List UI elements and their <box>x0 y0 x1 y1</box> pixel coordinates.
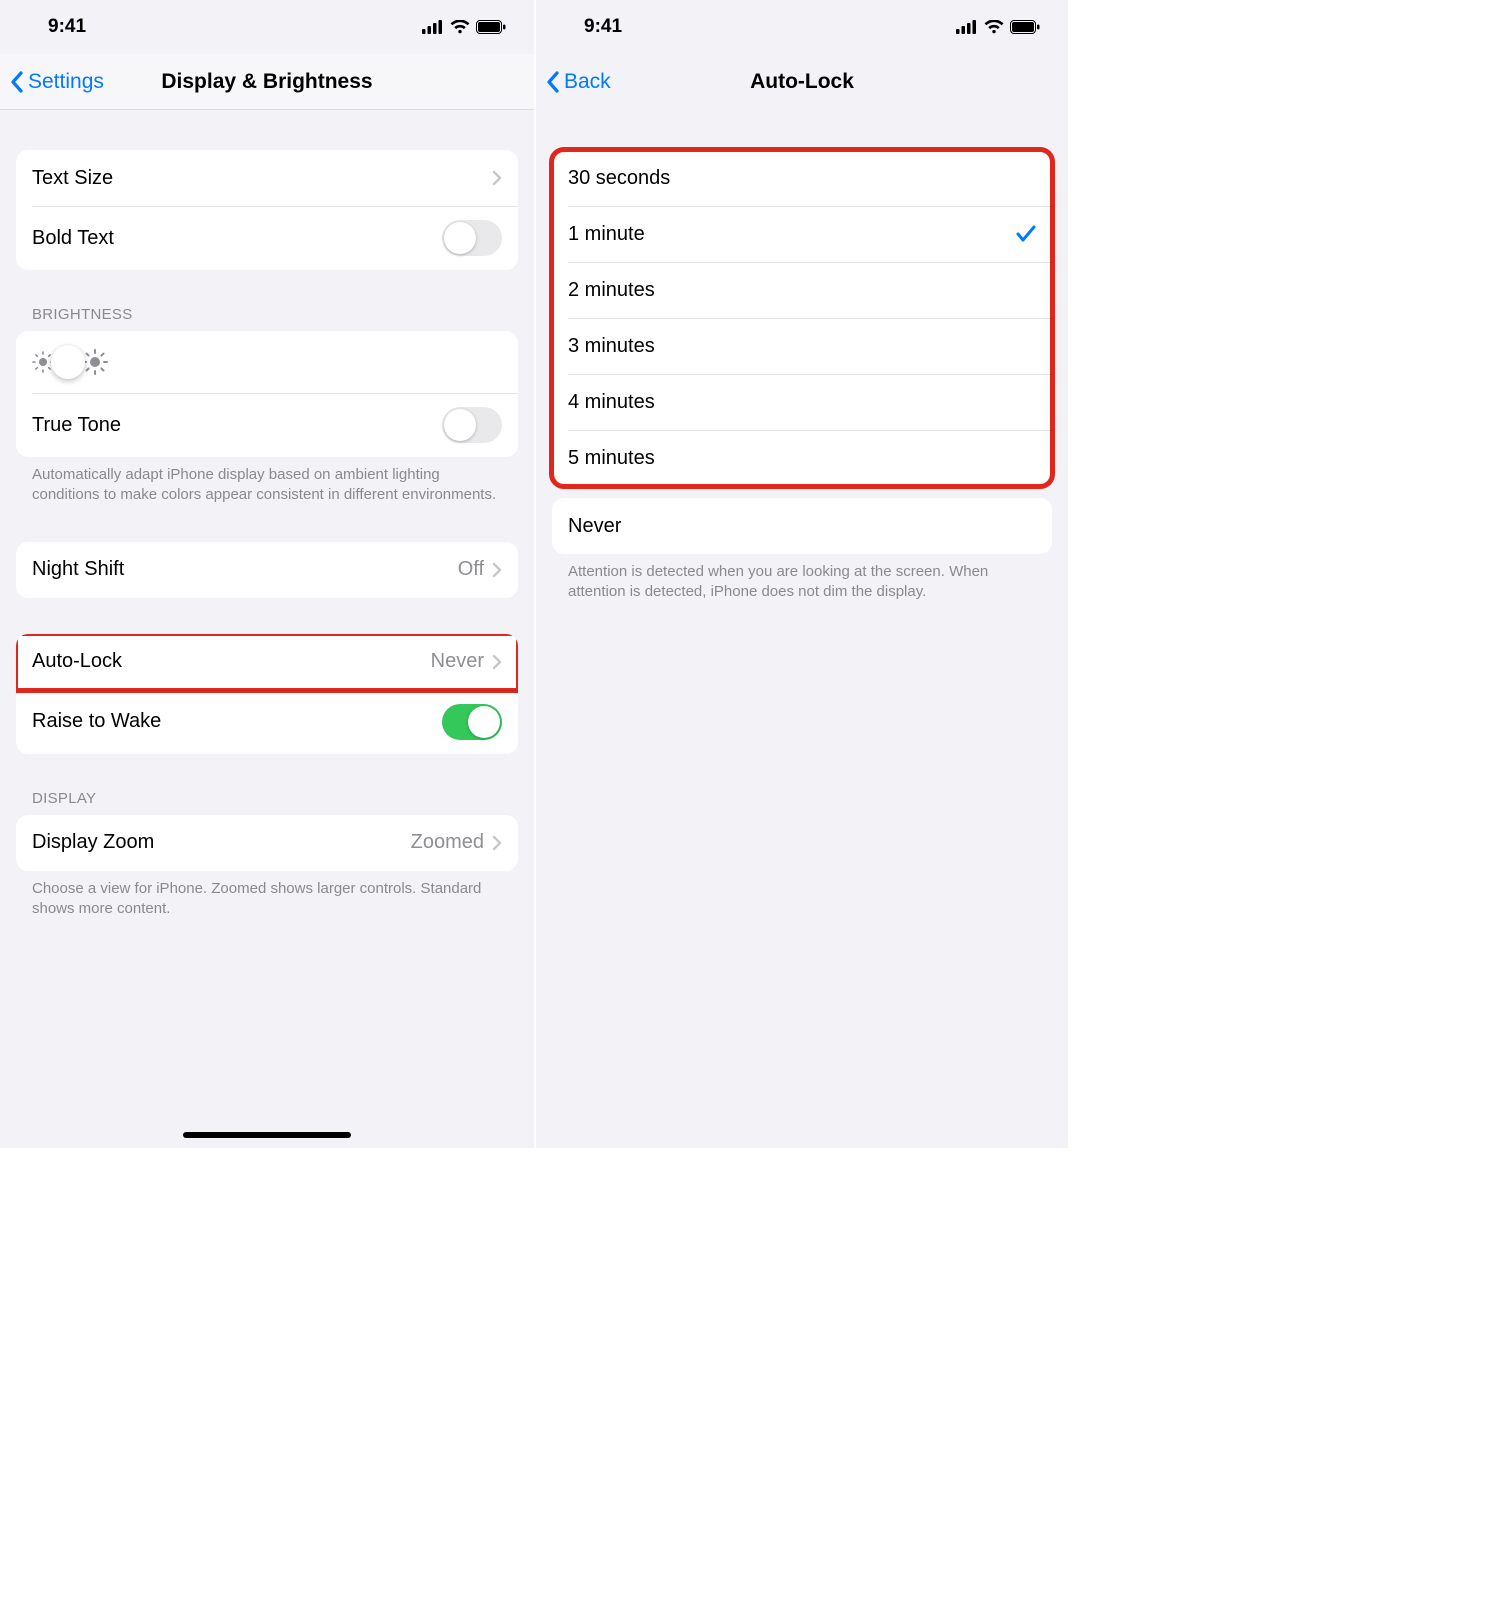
battery-icon <box>476 20 506 34</box>
option-row[interactable]: Never <box>552 498 1052 554</box>
option-row[interactable]: 5 minutes <box>552 430 1052 486</box>
content: Text Size Bold Text BRIGHTNESS <box>0 150 534 959</box>
status-time: 9:41 <box>48 16 86 38</box>
option-label: 2 minutes <box>568 279 1036 302</box>
option-label: 30 seconds <box>568 167 1036 190</box>
option-row[interactable]: 2 minutes <box>552 262 1052 318</box>
row-auto-lock[interactable]: Auto-Lock Never <box>16 634 518 690</box>
chevron-left-icon <box>546 71 560 93</box>
nav-back-button[interactable]: Back <box>536 70 611 94</box>
option-label: 5 minutes <box>568 447 1036 470</box>
nav-bar: Settings Display & Brightness <box>0 54 534 110</box>
true-tone-toggle[interactable] <box>442 407 502 443</box>
home-indicator <box>183 1132 351 1138</box>
auto-lock-footer: Attention is detected when you are looki… <box>552 554 1052 603</box>
option-label: 4 minutes <box>568 391 1036 414</box>
status-time: 9:41 <box>584 16 622 38</box>
option-row[interactable]: 3 minutes <box>552 318 1052 374</box>
row-value: Zoomed <box>411 831 484 854</box>
chevron-left-icon <box>10 71 24 93</box>
status-bar: 9:41 <box>536 0 1068 54</box>
raise-to-wake-toggle[interactable] <box>442 704 502 740</box>
chevron-right-icon <box>492 562 502 578</box>
row-brightness-slider[interactable] <box>16 331 518 393</box>
nav-title: Auto-Lock <box>536 70 1068 94</box>
status-indicators <box>956 20 1040 34</box>
chevron-right-icon <box>492 170 502 186</box>
screen-auto-lock: 9:41 Back Auto-Lock 30 seconds 1 minute 2 … <box>534 0 1068 1148</box>
row-bold-text[interactable]: Bold Text <box>16 206 518 270</box>
row-label: Night Shift <box>32 558 458 581</box>
row-raise-to-wake[interactable]: Raise to Wake <box>16 690 518 754</box>
row-value: Never <box>431 650 484 673</box>
option-label: 3 minutes <box>568 335 1036 358</box>
auto-lock-options-card: 30 seconds 1 minute 2 minutes 3 minutes 4 mi… <box>552 150 1052 486</box>
wifi-icon <box>984 20 1004 34</box>
content: 30 seconds 1 minute 2 minutes 3 minutes 4 mi… <box>536 150 1068 643</box>
auto-lock-options-card-2: Never <box>552 498 1052 554</box>
chevron-right-icon <box>492 654 502 670</box>
row-label: Raise to Wake <box>32 710 442 733</box>
row-label: True Tone <box>32 414 442 437</box>
wifi-icon <box>450 20 470 34</box>
screen-display-brightness: 9:41 Settings Display & Brightness Text … <box>0 0 534 1148</box>
row-display-zoom[interactable]: Display Zoom Zoomed <box>16 815 518 871</box>
battery-icon <box>1010 20 1040 34</box>
chevron-right-icon <box>492 835 502 851</box>
cellular-icon <box>422 20 444 34</box>
row-text-size[interactable]: Text Size <box>16 150 518 206</box>
option-row[interactable]: 1 minute <box>552 206 1052 262</box>
status-indicators <box>422 20 506 34</box>
group-header-display: DISPLAY <box>16 790 518 815</box>
row-label: Bold Text <box>32 227 442 250</box>
display-zoom-footer: Choose a view for iPhone. Zoomed shows l… <box>16 871 518 920</box>
nav-back-label: Back <box>564 70 611 94</box>
option-label: Never <box>568 515 1036 538</box>
nav-back-button[interactable]: Settings <box>0 70 104 94</box>
row-label: Display Zoom <box>32 831 411 854</box>
status-bar: 9:41 <box>0 0 534 54</box>
option-label: 1 minute <box>568 223 1016 246</box>
group-header-brightness: BRIGHTNESS <box>16 306 518 331</box>
nav-back-label: Settings <box>28 70 104 94</box>
true-tone-footer: Automatically adapt iPhone display based… <box>16 457 518 506</box>
bold-text-toggle[interactable] <box>442 220 502 256</box>
row-label: Text Size <box>32 167 492 190</box>
row-label: Auto-Lock <box>32 650 431 673</box>
row-true-tone[interactable]: True Tone <box>16 393 518 457</box>
checkmark-icon <box>1016 225 1036 243</box>
nav-bar: Back Auto-Lock <box>536 54 1068 110</box>
option-row[interactable]: 30 seconds <box>552 150 1052 206</box>
cellular-icon <box>956 20 978 34</box>
sun-high-icon <box>82 349 108 375</box>
row-night-shift[interactable]: Night Shift Off <box>16 542 518 598</box>
row-value: Off <box>458 558 484 581</box>
option-row[interactable]: 4 minutes <box>552 374 1052 430</box>
